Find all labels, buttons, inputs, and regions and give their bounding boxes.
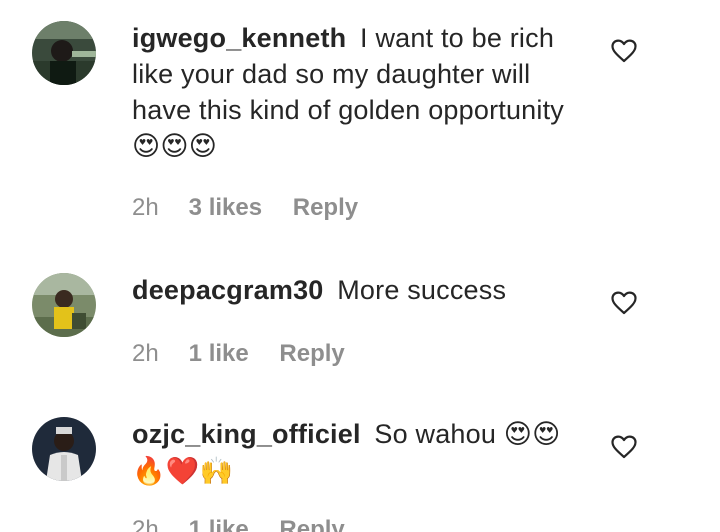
comment-text: So wahou xyxy=(374,419,497,449)
comment-username[interactable]: igwego_kenneth xyxy=(132,23,346,53)
comment-likes[interactable]: 3 likes xyxy=(189,194,262,222)
heart-outline-icon[interactable] xyxy=(611,39,637,63)
comment-username[interactable]: deepacgram30 xyxy=(132,275,324,305)
reply-button[interactable]: Reply xyxy=(279,340,344,368)
comment-meta: 2h 1 like Reply xyxy=(132,516,345,532)
comment-time: 2h xyxy=(132,340,159,367)
heart-outline-icon[interactable] xyxy=(611,291,637,315)
comment-meta: 2h 1 like Reply xyxy=(132,340,345,368)
comments-list: igwego_kenneth I want to be rich like yo… xyxy=(0,0,720,532)
comment-emojis-line2: 🔥❤️🙌 xyxy=(132,456,234,487)
comment-meta: 2h 3 likes Reply xyxy=(132,194,358,222)
comment-likes[interactable]: 1 like xyxy=(189,340,249,368)
comment-time: 2h xyxy=(132,194,159,221)
reply-button[interactable]: Reply xyxy=(293,194,358,222)
comment-text: More success xyxy=(337,275,507,305)
reply-button[interactable]: Reply xyxy=(279,516,344,532)
comment-username[interactable]: ozjc_king_officiel xyxy=(132,419,361,449)
comment-time: 2h xyxy=(132,516,159,532)
heart-outline-icon[interactable] xyxy=(611,435,637,459)
comment-emojis: 😍😍😍 xyxy=(132,131,218,162)
comment-likes[interactable]: 1 like xyxy=(189,516,249,532)
avatar[interactable] xyxy=(32,273,96,337)
avatar[interactable] xyxy=(32,21,96,85)
comment-body: ozjc_king_officiel So wahou 😍😍 🔥❤️🙌 xyxy=(132,416,592,490)
avatar[interactable] xyxy=(32,417,96,481)
comment-body: deepacgram30 More success xyxy=(132,272,592,308)
comment-body: igwego_kenneth I want to be rich like yo… xyxy=(132,20,592,165)
comment-emojis: 😍😍 xyxy=(503,419,561,450)
